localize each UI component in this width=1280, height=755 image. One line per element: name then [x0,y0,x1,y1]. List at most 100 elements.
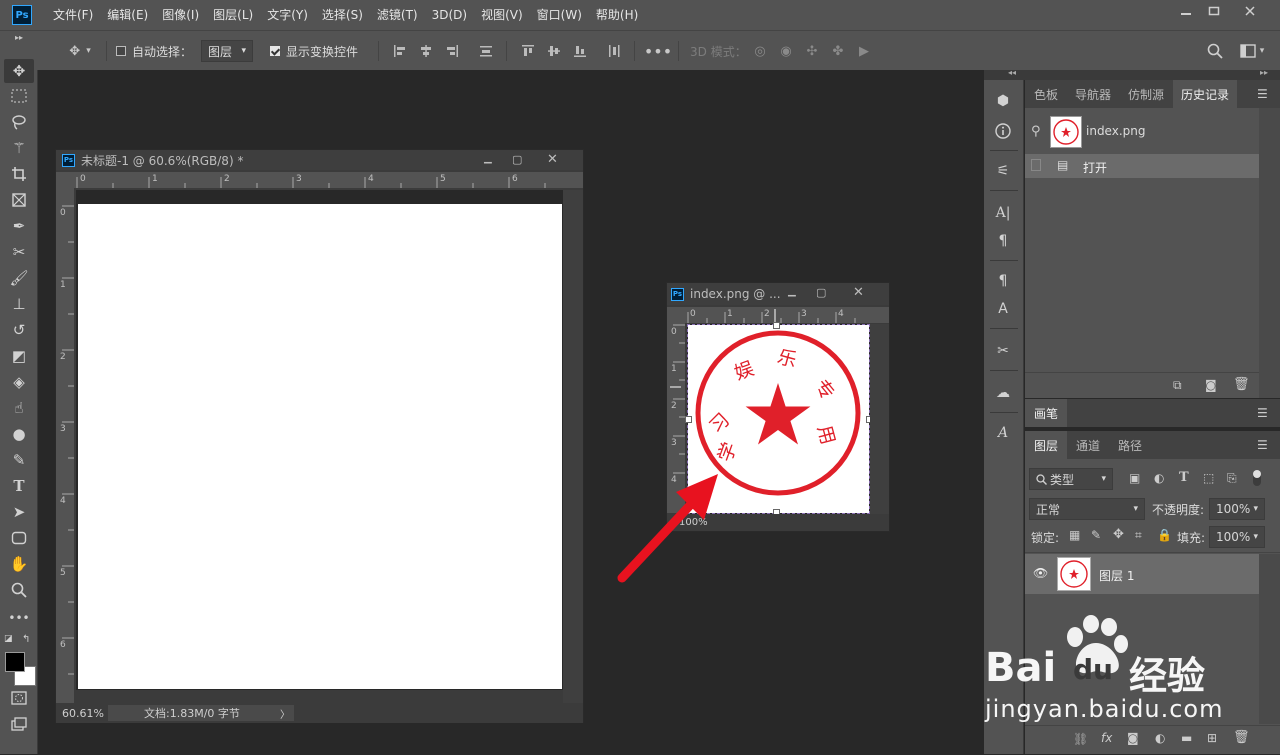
path-selection-tool[interactable]: ➤ [4,500,34,524]
menu-image[interactable]: 图像(I) [155,0,206,30]
menu-window[interactable]: 窗口(W) [530,0,589,30]
distribute-vertical-button[interactable] [604,41,624,61]
frame-tool[interactable] [4,188,34,212]
type-tool[interactable]: T [4,474,34,498]
ruler-horizontal[interactable]: 0 1 2 3 4 [667,307,889,323]
crop-tool[interactable] [4,162,34,186]
character-panel-button[interactable]: A| [992,202,1014,224]
layer-row[interactable]: 👁 图层 1 [1025,554,1259,594]
glyphs-button[interactable]: A [992,422,1014,444]
add-mask-button[interactable]: ◙ [1127,731,1139,745]
info-panel-button[interactable] [992,120,1014,142]
move-tool-preset-button[interactable]: ✥ ▾ [60,41,100,61]
menu-select[interactable]: 选择(S) [315,0,370,30]
link-layers-button[interactable]: ⛓ [1073,732,1088,746]
document-title-bar[interactable]: Ps 未标题-1 @ 60.6%(RGB/8) * ▁ ▢ ✕ [56,150,583,170]
close-app-button[interactable] [1234,0,1266,22]
3d-pan-button[interactable]: ✣ [802,41,822,61]
tab-swatches[interactable]: 色板 [1025,80,1067,108]
delete-layer-button[interactable]: 🗑 [1233,730,1250,745]
layers-scrollbar[interactable] [1259,554,1280,724]
maximize-doc-button[interactable]: ▢ [816,286,826,299]
more-options-button[interactable]: ••• [644,41,672,61]
libraries-button[interactable]: ☁ [992,382,1014,404]
panel-menu-button[interactable]: ☰ [1257,438,1268,452]
layer-style-button[interactable]: fx [1101,731,1112,745]
menu-edit[interactable]: 编辑(E) [100,0,155,30]
3d-roll-button[interactable]: ◉ [776,41,796,61]
ruler-horizontal[interactable]: 0 1 2 3 4 5 6 [56,172,583,188]
canvas-area[interactable] [76,190,563,690]
dodge-tool[interactable]: ● [4,422,34,446]
menu-help[interactable]: 帮助(H) [589,0,645,30]
tab-paths[interactable]: 路径 [1109,431,1151,459]
auto-select-target-dropdown[interactable]: 图层 ▾ [201,40,253,62]
blend-mode-dropdown[interactable]: 正常 ▾ [1029,498,1145,520]
filter-shape-button[interactable]: ⬚ [1203,471,1214,485]
align-bottom-button[interactable] [570,41,590,61]
filter-adjustment-button[interactable]: ◐ [1154,471,1164,485]
status-menu-arrow[interactable]: 〉 [280,706,290,721]
panel-menu-button[interactable]: ☰ [1257,406,1268,420]
align-hcenter-button[interactable] [416,41,436,61]
lock-transparent-button[interactable]: ▦ [1069,528,1080,542]
show-transform-checkbox[interactable] [270,46,280,56]
tab-clone-source[interactable]: 仿制源 [1119,80,1173,108]
marquee-tool[interactable] [4,84,34,108]
tab-layers[interactable]: 图层 [1025,431,1067,459]
minimize-doc-button[interactable]: ▁ [788,286,796,297]
filter-pixel-button[interactable]: ▣ [1129,471,1140,485]
healing-brush-tool[interactable]: ✂ [4,240,34,264]
layer-visibility-toggle[interactable]: 👁 [1033,566,1048,580]
eyedropper-tool[interactable]: ✒ [4,214,34,238]
workspace-switcher-button[interactable]: ▾ [1234,41,1270,61]
new-snapshot-button[interactable]: ◙ [1205,378,1217,392]
menu-3d[interactable]: 3D(D) [425,0,474,30]
new-group-button[interactable]: ▬ [1181,731,1192,745]
menu-type[interactable]: 文字(Y) [260,0,315,30]
magic-wand-tool[interactable]: ⚚ [4,136,34,160]
ruler-vertical[interactable]: 0 1 2 3 4 5 6 [56,188,74,703]
tab-brushes[interactable]: 画笔 [1025,399,1067,427]
lock-all-button[interactable]: 🔒 [1157,528,1172,542]
menu-file[interactable]: 文件(F) [46,0,100,30]
move-tool[interactable]: ✥ [4,59,34,83]
quick-mask-button[interactable] [4,686,34,710]
edit-toolbar-button[interactable]: ••• [4,606,34,630]
menu-view[interactable]: 视图(V) [474,0,530,30]
menu-layer[interactable]: 图层(L) [206,0,260,30]
smudge-tool[interactable]: ☝ [4,396,34,420]
distribute-button[interactable] [476,41,496,61]
3d-scale-button[interactable]: ▶ [854,41,874,61]
search-button[interactable] [1204,41,1226,61]
zoom-readout[interactable]: 60.61% [62,707,108,720]
filter-toggle[interactable] [1253,470,1261,486]
canvas-white[interactable] [78,204,562,689]
clone-stamp-tool[interactable]: ⊥ [4,292,34,316]
history-snapshot[interactable]: ⚲ index.png [1025,114,1259,150]
history-step-checkbox[interactable] [1031,159,1041,171]
rectangle-tool[interactable] [4,526,34,550]
close-doc-button[interactable]: ✕ [547,152,558,167]
3d-slide-button[interactable]: ✤ [828,41,848,61]
history-brush-source-icon[interactable]: ⚲ [1031,124,1041,139]
zoom-tool[interactable] [4,578,34,602]
vertical-scrollbar[interactable] [870,324,889,514]
tab-navigator[interactable]: 导航器 [1067,80,1119,108]
minimize-doc-button[interactable]: ▁ [484,153,492,164]
history-brush-tool[interactable]: ↺ [4,318,34,342]
menu-filter[interactable]: 滤镜(T) [370,0,425,30]
auto-select-checkbox[interactable] [116,46,126,56]
collapse-toolbar-icon[interactable]: ▸▸ [4,31,34,43]
align-vcenter-button[interactable] [544,41,564,61]
show-transform-option[interactable]: 显示变换控件 [270,31,358,71]
new-adjustment-button[interactable]: ◐ [1155,731,1165,745]
filter-type-button[interactable]: T [1179,470,1189,485]
pen-tool[interactable]: ✎ [4,448,34,472]
expand-icon[interactable]: ▸▸ [1260,68,1268,77]
history-scrollbar[interactable] [1259,108,1280,398]
collapse-icon[interactable]: ◂◂ [1008,68,1016,77]
3d-orbit-button[interactable]: ◎ [750,41,770,61]
new-document-from-state-button[interactable]: ⧉ [1173,378,1182,393]
tool-presets-button[interactable]: ✂ [992,340,1014,362]
